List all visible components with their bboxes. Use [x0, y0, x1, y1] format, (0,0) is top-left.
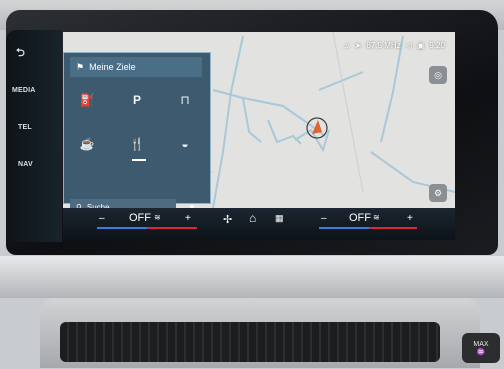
- restaurant-icon[interactable]: 🍴: [126, 133, 148, 155]
- signal-icon: ◁: [405, 40, 412, 50]
- flag-icon: ⚑: [76, 61, 85, 72]
- left-scale-red: [147, 227, 197, 229]
- climate-bar: – OFF ≋ + ✢ ⌂ ▦ – OFF ≋ +: [63, 208, 455, 240]
- page-indicator: [132, 159, 146, 161]
- left-temp-value: OFF: [129, 212, 151, 224]
- right-minus-button[interactable]: –: [321, 213, 327, 224]
- right-scale-red: [369, 227, 417, 229]
- max-label: MAX: [473, 340, 489, 348]
- home-icon[interactable]: ⌂: [249, 211, 256, 225]
- back-icon[interactable]: ⮌: [16, 44, 25, 63]
- picnic-icon[interactable]: ⊓: [174, 89, 196, 111]
- main-screen: ♫ ➤ 87,5 MHz ◁ ▣ 9:20 ⚑ Meine Ziele ⛽ P …: [63, 32, 455, 240]
- fuel-icon[interactable]: ⛽: [76, 89, 98, 111]
- left-plus-button[interactable]: +: [185, 213, 191, 224]
- poi-grid: ⛽ P ⊓ ☕ 🍴 ◒: [74, 89, 204, 189]
- right-plus-button[interactable]: +: [407, 213, 413, 224]
- dash-trim: [0, 256, 504, 298]
- cafe-icon[interactable]: ☕: [76, 133, 98, 155]
- side-nav-media[interactable]: MEDIA: [12, 87, 36, 94]
- my-destinations-button[interactable]: ⚑ Meine Ziele: [70, 57, 202, 77]
- clock: 9:20: [429, 40, 445, 50]
- fastfood-icon[interactable]: ◒: [174, 133, 196, 155]
- fan-icon[interactable]: ✢: [223, 213, 232, 226]
- max-defrost-button[interactable]: MAX ♒: [462, 333, 500, 363]
- menu-title: Meine Ziele: [89, 62, 136, 72]
- seat-heat-left-icon[interactable]: ≋: [154, 213, 161, 222]
- left-minus-button[interactable]: –: [99, 213, 105, 224]
- parking-search-icon[interactable]: P: [126, 89, 148, 111]
- center-vent[interactable]: [60, 322, 440, 362]
- apps-grid-icon[interactable]: ▦: [275, 213, 284, 224]
- defrost-icon: ♒: [476, 348, 486, 356]
- navigation-arrow-icon: ➤: [354, 40, 362, 50]
- right-scale-blue: [319, 227, 369, 229]
- profile-icon: ▣: [416, 40, 425, 50]
- media-source-icon: ♫: [343, 40, 350, 50]
- radio-frequency: 87,5 MHz: [366, 40, 401, 50]
- seat-heat-right-icon[interactable]: ≋: [373, 213, 380, 222]
- compass-icon[interactable]: ◎: [429, 66, 447, 84]
- side-nav-nav[interactable]: NAV: [18, 161, 33, 168]
- status-bar: ♫ ➤ 87,5 MHz ◁ ▣ 9:20: [344, 38, 445, 52]
- side-nav: ⮌ MEDIA TEL NAV: [6, 30, 62, 242]
- right-temp-value: OFF: [349, 212, 371, 224]
- side-nav-tel[interactable]: TEL: [18, 124, 32, 131]
- destinations-panel: ⚑ Meine Ziele ⛽ P ⊓ ☕ 🍴 ◒ ⚲ Suche ▼: [63, 52, 211, 215]
- left-scale-blue: [97, 227, 147, 229]
- settings-icon[interactable]: ⚙: [429, 184, 447, 202]
